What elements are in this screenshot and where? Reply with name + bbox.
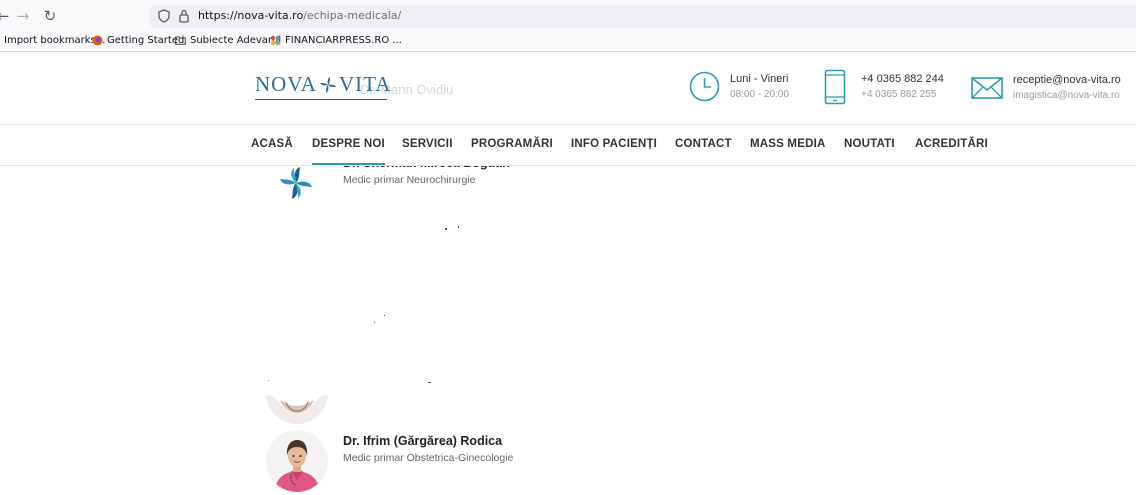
- email-secondary[interactable]: imagistica@nova-vita.ro: [1013, 88, 1121, 103]
- logo-text-left: NOVA: [255, 72, 317, 96]
- email-contact[interactable]: receptie@nova-vita.ro imagistica@nova-vi…: [971, 73, 1121, 103]
- phone-secondary[interactable]: +4 0365 882 255: [861, 87, 944, 102]
- hours-days: Luni - Vineri: [730, 72, 789, 85]
- phone-primary[interactable]: +4 0365 882 244: [861, 72, 944, 87]
- bookmarks-toolbar: Import bookmarks... Getting Started Subi…: [0, 32, 1136, 52]
- email-primary[interactable]: receptie@nova-vita.ro: [1013, 73, 1121, 88]
- bookmark-subiecte-adevarul[interactable]: Subiecte Adevarul: [175, 35, 281, 46]
- logo-underline: [255, 99, 387, 100]
- opening-hours: Luni - Vineri 08:00 - 20:00: [689, 71, 789, 102]
- nav-item-servicii[interactable]: SERVICII: [402, 138, 453, 150]
- woman-photo-icon: [266, 362, 328, 424]
- site-header: Dr. Mann Ovidiu NOVA VITA Luni - Vineri …: [0, 52, 1136, 124]
- phone-icon: [824, 69, 846, 105]
- speck: [445, 228, 447, 230]
- url-text[interactable]: https://nova-vita.ro/echipa-medicala/: [198, 9, 401, 22]
- logo-text-right: VITA: [338, 72, 392, 96]
- phone-contact[interactable]: +4 0365 882 244 +4 0365 882 255: [824, 69, 944, 105]
- bookmark-label: Import bookmarks...: [4, 35, 106, 46]
- nav-item-mass-media[interactable]: MASS MEDIA: [750, 138, 825, 150]
- nav-item-despre-noi[interactable]: DESPRE NOI: [312, 138, 385, 165]
- speck: [384, 315, 385, 316]
- bookmark-label: Subiecte Adevarul: [190, 35, 282, 46]
- shield-icon[interactable]: [158, 9, 170, 23]
- main-navigation: ACASĂ DESPRE NOI SERVICII PROGRAMĂRI INF…: [0, 124, 1136, 166]
- site-logo[interactable]: NOVA VITA: [255, 72, 392, 100]
- doctor-title: Medic primar Neurochirurgie: [343, 174, 476, 186]
- url-host: https://nova-vita.ro: [198, 9, 304, 22]
- nav-item-programari[interactable]: PROGRAMĂRI: [471, 138, 553, 150]
- clock-icon: [689, 71, 720, 102]
- back-arrow-icon[interactable]: ←: [0, 7, 12, 25]
- doctor-name[interactable]: Dr. Ifrim (Gărgărea) Rodica: [343, 434, 502, 448]
- doctor-woman-pink-scrubs-icon: [266, 430, 328, 492]
- folder-icon: [175, 36, 186, 45]
- envelope-icon: [971, 77, 1003, 99]
- speck: [374, 322, 375, 323]
- firefox-icon: [92, 35, 103, 46]
- reload-icon[interactable]: ↻: [41, 7, 59, 25]
- doctor-photo: [266, 430, 328, 492]
- joomla-icon: [270, 35, 281, 46]
- address-bar[interactable]: https://nova-vita.ro/echipa-medicala/: [150, 5, 1136, 28]
- lock-icon[interactable]: [178, 9, 190, 23]
- doctor-title: Medic primar Obstetrica-Ginecologie: [343, 452, 514, 464]
- browser-toolbar: ← → ↻ https://nova-vita.ro/echipa-medica…: [0, 0, 1136, 32]
- nav-item-info-pacienti[interactable]: INFO PACIENȚI: [571, 138, 657, 150]
- forward-arrow-icon[interactable]: →: [14, 7, 32, 25]
- bookmark-label: FINANCIARPRESS.RO ...: [285, 35, 402, 46]
- bookmark-financiarpress[interactable]: FINANCIARPRESS.RO ...: [270, 35, 402, 46]
- doctor-entry[interactable]: [266, 362, 866, 426]
- url-path: /echipa-medicala/: [303, 9, 402, 22]
- bookmark-label: Getting Started: [107, 35, 185, 46]
- nav-item-acasa[interactable]: ACASĂ: [251, 138, 293, 150]
- nav-item-noutati[interactable]: NOUTATI: [844, 138, 895, 150]
- logo-flower-icon: [319, 76, 336, 93]
- bookmark-import[interactable]: Import bookmarks...: [4, 35, 105, 46]
- speck: [458, 226, 459, 228]
- bookmark-getting-started[interactable]: Getting Started: [92, 35, 184, 46]
- nav-item-contact[interactable]: CONTACT: [675, 138, 732, 150]
- doctor-entry[interactable]: Dr. Ifrim (Gărgărea) Rodica Medic primar…: [266, 430, 866, 494]
- hours-time: 08:00 - 20:00: [730, 88, 789, 100]
- nav-item-acreditari[interactable]: ACREDITĂRI: [915, 138, 988, 150]
- doctor-photo: [266, 362, 328, 424]
